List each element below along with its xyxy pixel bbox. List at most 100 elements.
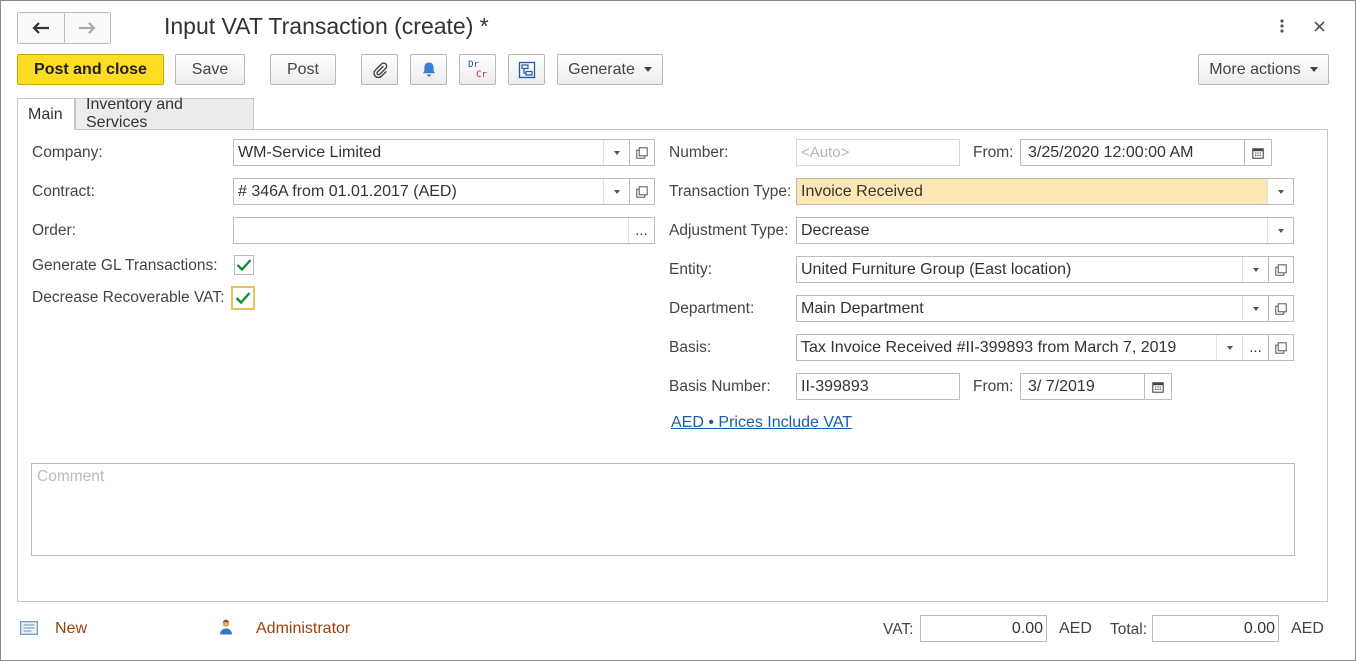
more-actions-button[interactable]: More actions	[1198, 54, 1329, 85]
currency-prices-link[interactable]: AED • Prices Include VAT	[671, 414, 852, 432]
chevron-down-icon[interactable]	[1267, 218, 1293, 243]
select-ellipsis-button[interactable]: ...	[1242, 335, 1268, 360]
company-field[interactable]: WM-Service Limited	[233, 139, 630, 166]
open-company-button[interactable]	[629, 139, 655, 166]
generate-gl-label: Generate GL Transactions:	[32, 257, 218, 274]
kebab-menu-icon[interactable]	[1272, 17, 1292, 35]
entity-field[interactable]: United Furniture Group (East location)	[796, 256, 1269, 283]
author-link[interactable]: Administrator	[256, 620, 350, 638]
adjustment-type-field[interactable]: Decrease	[796, 217, 1294, 244]
post-and-close-button[interactable]: Post and close	[17, 54, 164, 85]
dr-cr-button[interactable]: Dr Cr	[459, 54, 496, 85]
number-placeholder: <Auto>	[801, 144, 850, 161]
contract-label: Contract:	[32, 183, 95, 200]
chevron-down-icon[interactable]	[603, 140, 629, 165]
open-department-button[interactable]	[1268, 295, 1294, 322]
tab-main[interactable]: Main	[17, 98, 75, 130]
transaction-type-value: Invoice Received	[801, 182, 923, 200]
back-arrow-icon[interactable]	[18, 13, 64, 43]
adjustment-type-value: Decrease	[801, 221, 870, 239]
department-value: Main Department	[801, 299, 924, 317]
open-form-icon	[636, 185, 648, 198]
hierarchy-icon	[518, 61, 536, 79]
open-form-icon	[1275, 302, 1287, 315]
reminder-button[interactable]	[410, 54, 447, 85]
open-form-icon	[1275, 263, 1287, 276]
more-actions-label: More actions	[1209, 60, 1301, 78]
date-value: 3/25/2020 12:00:00 AM	[1028, 143, 1194, 161]
chevron-down-icon[interactable]	[1216, 335, 1242, 360]
entity-label: Entity:	[669, 261, 713, 278]
company-label: Company:	[32, 144, 103, 161]
paperclip-icon	[372, 61, 388, 78]
decrease-vat-checkbox[interactable]	[231, 286, 255, 310]
vat-amount-field: 0.00	[920, 615, 1047, 642]
structure-button[interactable]	[508, 54, 545, 85]
basis-date-field[interactable]: 3/ 7/2019	[1020, 373, 1172, 400]
basis-value: Tax Invoice Received #II-399893 from Mar…	[801, 338, 1177, 356]
basis-date-value: 3/ 7/2019	[1028, 377, 1095, 395]
transaction-type-label: Transaction Type:	[669, 183, 792, 200]
checkmark-icon	[235, 292, 251, 305]
status-link[interactable]: New	[55, 620, 87, 638]
tab-inventory-and-services[interactable]: Inventory and Services	[75, 96, 254, 131]
save-button[interactable]: Save	[175, 54, 245, 85]
calendar-icon[interactable]	[1144, 374, 1171, 399]
open-basis-button[interactable]	[1268, 334, 1294, 361]
dr-label: Dr	[468, 59, 479, 70]
chevron-down-icon[interactable]	[1242, 257, 1268, 282]
document-status-icon	[19, 620, 38, 636]
attachment-button[interactable]	[361, 54, 398, 85]
adjustment-type-label: Adjustment Type:	[669, 222, 789, 239]
order-field[interactable]: ...	[233, 217, 655, 244]
open-entity-button[interactable]	[1268, 256, 1294, 283]
post-button[interactable]: Post	[270, 54, 336, 85]
total-currency: AED	[1291, 620, 1324, 637]
company-value: WM-Service Limited	[238, 143, 382, 161]
basis-number-field[interactable]: II-399893	[796, 373, 960, 400]
total-label: Total:	[1110, 621, 1148, 638]
order-label: Order:	[32, 222, 76, 239]
generate-label: Generate	[568, 60, 635, 78]
close-icon[interactable]	[1310, 17, 1328, 35]
chevron-down-icon[interactable]	[1267, 179, 1293, 204]
user-icon	[218, 618, 234, 636]
cr-label: Cr	[476, 69, 487, 80]
comment-textarea[interactable]: Comment	[31, 463, 1295, 556]
basis-number-label: Basis Number:	[669, 378, 771, 395]
chevron-down-icon[interactable]	[1242, 296, 1268, 321]
page-title: Input VAT Transaction (create) *	[164, 13, 489, 39]
forward-arrow-icon[interactable]	[63, 13, 111, 43]
bell-icon	[421, 61, 437, 78]
date-field[interactable]: 3/25/2020 12:00:00 AM	[1020, 139, 1272, 166]
checkmark-icon	[236, 259, 252, 272]
chevron-down-icon[interactable]	[603, 179, 629, 204]
vat-label: VAT:	[883, 621, 914, 638]
chevron-down-icon	[643, 67, 652, 72]
department-field[interactable]: Main Department	[796, 295, 1269, 322]
department-label: Department:	[669, 300, 755, 317]
number-field[interactable]: <Auto>	[796, 139, 960, 166]
transaction-type-field[interactable]: Invoice Received	[796, 178, 1294, 205]
basis-from-label: From:	[973, 378, 1014, 395]
total-amount-field: 0.00	[1152, 615, 1279, 642]
basis-field[interactable]: Tax Invoice Received #II-399893 from Mar…	[796, 334, 1269, 361]
calendar-icon[interactable]	[1244, 140, 1271, 165]
decrease-vat-label: Decrease Recoverable VAT:	[32, 289, 225, 306]
generate-button[interactable]: Generate	[557, 54, 663, 85]
open-form-icon	[636, 146, 648, 159]
number-label: Number:	[669, 144, 729, 161]
open-contract-button[interactable]	[629, 178, 655, 205]
basis-label: Basis:	[669, 339, 712, 356]
entity-value: United Furniture Group (East location)	[801, 260, 1072, 278]
chevron-down-icon	[1309, 67, 1318, 72]
from-label: From:	[973, 144, 1014, 161]
open-form-icon	[1275, 341, 1287, 354]
contract-value: # 346A from 01.01.2017 (AED)	[238, 182, 457, 200]
vat-currency: AED	[1059, 620, 1092, 637]
select-ellipsis-button[interactable]: ...	[628, 218, 654, 243]
generate-gl-checkbox[interactable]	[234, 255, 254, 275]
basis-number-value: II-399893	[801, 377, 869, 395]
contract-field[interactable]: # 346A from 01.01.2017 (AED)	[233, 178, 630, 205]
history-nav	[17, 12, 111, 44]
